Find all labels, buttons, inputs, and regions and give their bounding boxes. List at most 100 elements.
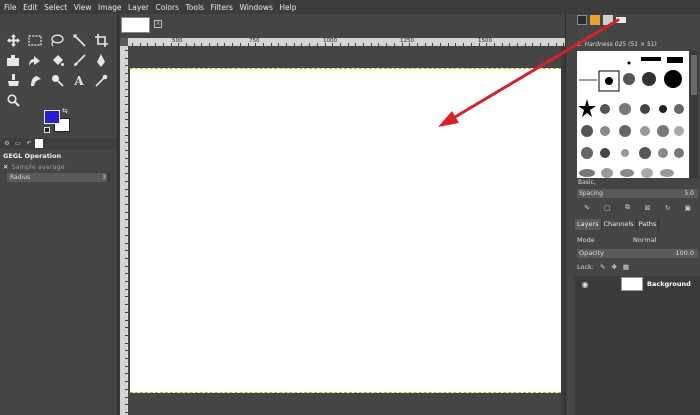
delete-brush-icon[interactable]: ⊠ (643, 204, 653, 212)
menu-help[interactable]: Help (279, 3, 296, 12)
patterns-tab-icon[interactable] (590, 15, 600, 25)
menu-bar: File Edit Select View Image Layer Colors… (0, 0, 700, 14)
zoom-icon[interactable] (2, 91, 24, 110)
reset-colors-icon[interactable] (44, 127, 50, 133)
lock-pixels-icon[interactable]: ✎ (600, 262, 605, 272)
brushes-grid[interactable] (577, 51, 689, 184)
ruler-tick (247, 43, 249, 46)
ink-icon[interactable] (90, 51, 112, 70)
tool-options-tab-icon[interactable]: ⚙ (2, 139, 12, 148)
menu-layer[interactable]: Layer (128, 3, 149, 12)
opacity-slider[interactable]: Opacity 100.0 (577, 249, 698, 258)
edit-brush-icon[interactable]: ✎ (582, 204, 592, 212)
ruler-tick (532, 43, 534, 46)
ruler-tick (347, 43, 349, 46)
fonts-tab-icon[interactable] (603, 15, 613, 25)
menu-edit[interactable]: Edit (23, 3, 38, 12)
ruler-tick (125, 404, 128, 406)
menu-filters[interactable]: Filters (210, 3, 232, 12)
tab-channels[interactable]: Channels (602, 219, 637, 230)
paintbrush-icon[interactable] (68, 51, 90, 70)
brush-spacing-slider[interactable]: Spacing 5.0 (577, 189, 698, 198)
ruler-tick (378, 43, 380, 46)
dodge-icon[interactable] (46, 71, 68, 90)
ruler-tick (316, 43, 318, 46)
layer-name: Background (647, 280, 691, 288)
vertical-ruler[interactable] (120, 46, 128, 415)
menu-image[interactable]: Image (98, 3, 122, 12)
visibility-eye-icon[interactable]: ◉ (577, 280, 593, 289)
mode-dropdown[interactable]: Normal (633, 234, 657, 246)
foreground-color-swatch[interactable] (44, 110, 60, 124)
color-picker-icon[interactable] (90, 71, 112, 90)
ruler-tick (125, 65, 128, 67)
ruler-tick (286, 43, 287, 46)
ruler-corner[interactable] (120, 38, 128, 46)
ruler-tick (270, 43, 272, 46)
menu-windows[interactable]: Windows (239, 3, 272, 12)
menu-colors[interactable]: Colors (155, 3, 179, 12)
sample-average-label: Sample average (11, 163, 65, 171)
radius-spin-buttons[interactable] (107, 173, 111, 182)
menu-tools[interactable]: Tools (185, 3, 203, 12)
unified-transform-icon[interactable] (2, 51, 24, 70)
clone-icon[interactable] (2, 71, 24, 90)
open-brush-as-image-icon[interactable]: ▣ (683, 204, 693, 212)
menu-file[interactable]: File (4, 3, 17, 12)
brushes-tab-icon[interactable] (577, 15, 587, 25)
lock-position-icon[interactable]: ✥ (611, 262, 616, 272)
tool-row-1 (2, 31, 112, 50)
ruler-tick (125, 96, 128, 98)
text-icon[interactable]: A (68, 71, 90, 90)
ruler-tick (125, 204, 128, 205)
new-brush-icon[interactable]: ▢ (602, 204, 612, 212)
tool-row-2 (2, 51, 112, 70)
sample-average-option[interactable]: ✕ Sample average (3, 162, 65, 172)
lasso-icon[interactable] (46, 31, 68, 50)
ruler-tick (125, 296, 128, 298)
ruler-tick (125, 142, 128, 144)
fg-bg-color-selector: ⇆ (44, 107, 74, 136)
opacity-label: Opacity (579, 249, 605, 257)
horizontal-ruler[interactable]: 500 750 1000 1250 1500 (128, 38, 565, 46)
ruler-tick (125, 288, 128, 290)
device-status-tab-icon[interactable]: ▭ (13, 139, 23, 148)
fuzzy-select-icon[interactable] (68, 31, 90, 50)
document-history-tab-icon[interactable] (616, 17, 626, 23)
menu-view[interactable]: View (74, 3, 92, 12)
radius-spinner[interactable]: Radius 3 (7, 173, 111, 182)
warp-icon[interactable] (24, 51, 46, 70)
layer-row[interactable]: ◉ Background (575, 276, 700, 292)
duplicate-brush-icon[interactable]: ⧉ (622, 203, 632, 212)
menu-select[interactable]: Select (44, 3, 67, 12)
image-tab-thumbnail[interactable] (121, 17, 150, 33)
brush-tag-filter[interactable]: Basic, (577, 178, 698, 188)
lock-alpha-icon[interactable]: ▦ (623, 262, 629, 272)
swap-colors-icon[interactable]: ⇆ (62, 107, 68, 115)
ruler-tick (132, 43, 133, 46)
ruler-tick (125, 327, 128, 329)
lock-label: Lock: (577, 263, 595, 271)
tab-paths[interactable]: Paths (637, 219, 660, 230)
refresh-brushes-icon[interactable]: ↻ (663, 204, 673, 212)
smudge-icon[interactable] (24, 71, 46, 90)
brushes-scrollbar[interactable] (690, 51, 698, 184)
right-dock: 2. Hardness 025 (51 × 51) Basic, Spacing… (575, 14, 700, 415)
right-dock-splitter[interactable] (565, 14, 575, 415)
rect-select-icon[interactable] (24, 31, 46, 50)
tab-layers[interactable]: Layers (575, 219, 602, 230)
brushes-scrollbar-thumb[interactable] (691, 55, 697, 95)
ruler-tick (125, 57, 128, 59)
brushes-dock-tabs (575, 14, 700, 26)
ruler-tick (125, 304, 128, 306)
ruler-tick (125, 134, 128, 136)
layer-list: ◉ Background (575, 276, 700, 415)
close-image-icon[interactable]: × (154, 20, 162, 28)
undo-history-tab-icon[interactable]: ↶ (24, 139, 34, 148)
move-icon[interactable] (2, 31, 24, 50)
crop-icon[interactable] (90, 31, 112, 50)
images-tab-icon[interactable] (35, 139, 43, 148)
ruler-tick (125, 388, 128, 390)
bucket-fill-icon[interactable] (46, 51, 68, 70)
image-canvas[interactable] (130, 68, 561, 393)
